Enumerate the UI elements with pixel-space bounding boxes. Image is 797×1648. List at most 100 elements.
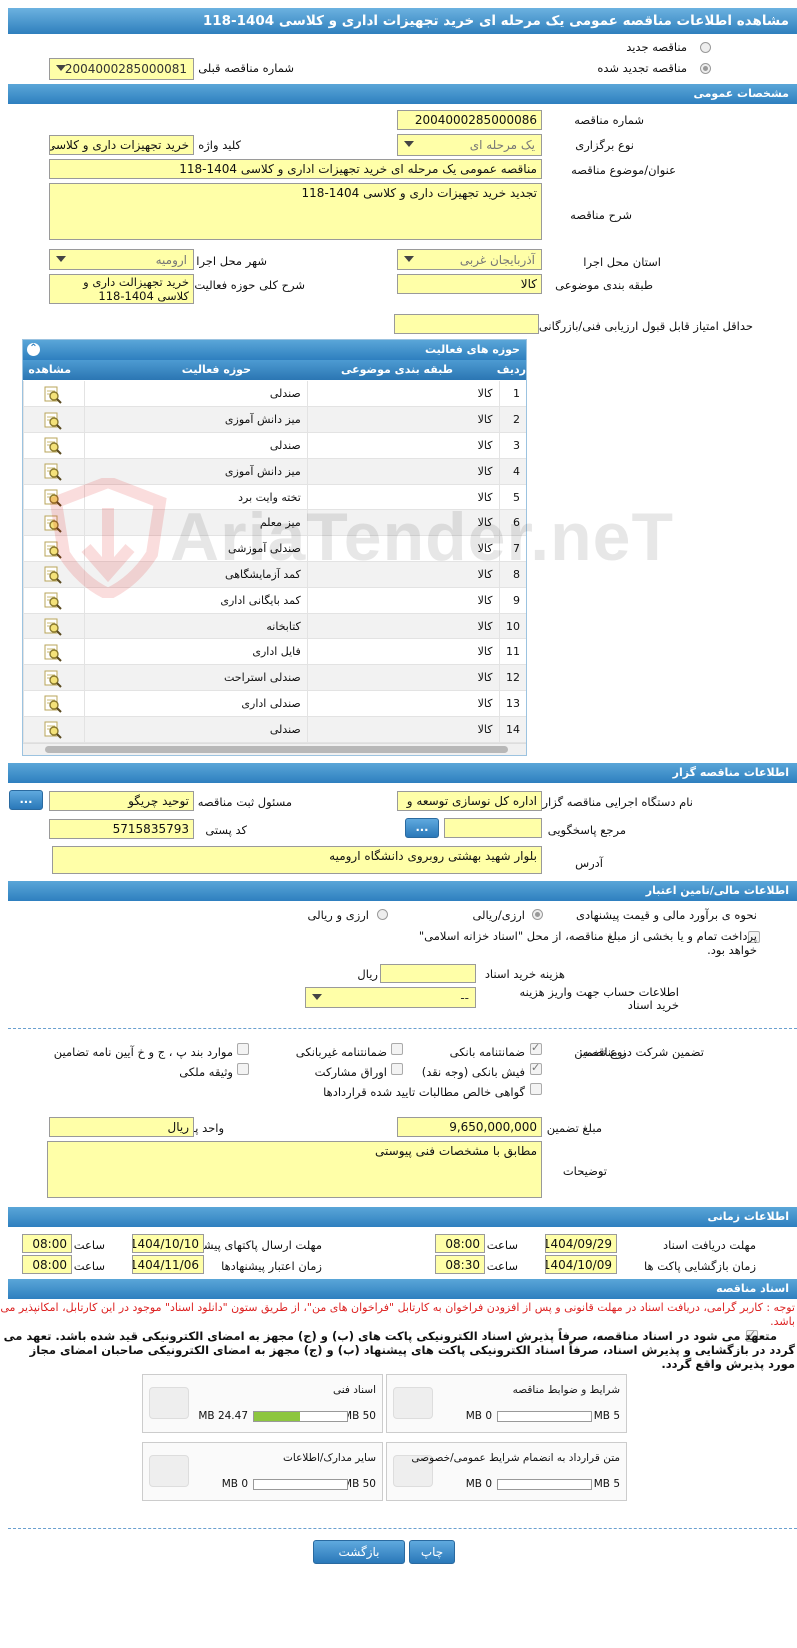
open-date-field[interactable]: 1404/10/09 [545, 1255, 617, 1274]
clause-checkbox[interactable] [237, 1043, 249, 1055]
estimate-opt1-radio[interactable] [532, 909, 543, 920]
receive-time-field[interactable]: 08:00 [435, 1234, 485, 1253]
city-label: شهر محل اجرا [196, 254, 267, 268]
renewed-tender-radio[interactable] [700, 63, 711, 74]
renewed-tender-label: مناقصه تجدید شده [597, 61, 687, 75]
keyword-field[interactable]: خرید تجهیزات داری و کلاسی [49, 135, 194, 155]
cell-view[interactable] [23, 638, 85, 666]
bonds-checkbox[interactable] [391, 1063, 403, 1075]
new-tender-radio[interactable] [700, 42, 711, 53]
view-magnifier-icon[interactable] [44, 411, 63, 430]
cell-view[interactable] [23, 690, 85, 717]
view-magnifier-icon[interactable] [44, 617, 63, 636]
min-score-field[interactable] [394, 314, 539, 334]
view-magnifier-icon[interactable] [44, 385, 63, 404]
cell-view[interactable] [23, 381, 85, 408]
folder-icon [393, 1387, 433, 1419]
cell-row: 11 [498, 638, 526, 666]
bank-guarantee-checkbox[interactable] [530, 1041, 542, 1055]
guarantee-type-label: نوع تضمین [574, 1045, 626, 1059]
subject-field[interactable]: مناقصه عمومی یک مرحله ای خرید تجهیزات اد… [49, 159, 542, 179]
account-select[interactable]: -- [305, 987, 476, 1008]
activity-desc-field[interactable]: خرید تجهیزالت داری و کلاسی 1404-118 [49, 274, 194, 304]
ref-label: مرجع پاسخگویی [547, 823, 626, 837]
province-label: استان محل اجرا [583, 255, 661, 269]
cell-row: 4 [498, 458, 526, 485]
address-field[interactable]: بلوار شهید بهشتی روبروی دانشگاه ارومیه [52, 846, 542, 874]
upload-progress-bar [497, 1411, 592, 1422]
treasury-text: پرداخت تمام و یا بخشی از مبلغ مناقصه، از… [418, 929, 757, 957]
upload-progress-bar [497, 1479, 592, 1490]
notes-field[interactable]: مطابق با مشخصات فنی پیوستی [47, 1141, 542, 1198]
currency-field[interactable]: ریال [49, 1117, 194, 1137]
cell-category: کالا [306, 381, 500, 408]
horizontal-scrollbar[interactable] [23, 743, 526, 755]
view-magnifier-icon[interactable] [44, 436, 63, 456]
chevron-down-icon [404, 141, 414, 147]
view-magnifier-icon[interactable] [44, 720, 63, 739]
upload-progress-bar [253, 1479, 348, 1490]
cell-view[interactable] [23, 406, 85, 434]
prev-number-select[interactable]: 2004000285000081 [49, 58, 194, 80]
registrar-more-button[interactable]: ... [9, 790, 43, 810]
back-button[interactable]: بازگشت [313, 1540, 405, 1564]
general-header: مشخصات عمومی [8, 84, 797, 104]
collapse-icon[interactable]: ⌃ [27, 343, 40, 356]
org-field[interactable]: اداره کل نوسازی توسعه و [397, 791, 542, 811]
registrar-field[interactable]: توحید چریگو [49, 791, 194, 811]
folder-icon [149, 1455, 189, 1487]
cash-checkbox[interactable] [530, 1061, 542, 1075]
postal-field[interactable]: 5715835793 [49, 819, 194, 839]
document-slot[interactable]: سایر مدارک/اطلاعات 50 MB 0 MB [142, 1442, 383, 1501]
document-used-size: 0 MB [465, 1478, 492, 1490]
validity-time-field[interactable]: 08:00 [22, 1255, 72, 1274]
cell-view[interactable] [23, 432, 85, 459]
method-select[interactable]: یک مرحله ای [397, 134, 542, 156]
cell-category: کالا [306, 664, 500, 692]
document-slot[interactable]: شرایط و ضوابط مناقصه 5 MB 0 MB [386, 1374, 627, 1433]
cell-view[interactable] [23, 664, 85, 692]
chevron-down-icon [56, 256, 66, 262]
ref-field[interactable] [444, 818, 542, 838]
category-field[interactable]: کالا [397, 274, 542, 294]
receive-date-field[interactable]: 1404/09/29 [545, 1234, 617, 1253]
postal-label: کد پستی [205, 823, 247, 837]
watermark-logo [48, 475, 168, 601]
view-magnifier-icon[interactable] [44, 643, 63, 662]
timing-header: اطلاعات زمانی [8, 1207, 797, 1227]
ref-more-button[interactable]: ... [405, 818, 439, 838]
property-checkbox[interactable] [237, 1063, 249, 1075]
tender-number-field[interactable]: 2004000285000086 [397, 110, 542, 130]
document-slot[interactable]: متن قرارداد به انضمام شرایط عمومی/خصوصی 5… [386, 1442, 627, 1501]
document-slot[interactable]: اسناد فنی 50 MB 24.47 MB [142, 1374, 383, 1433]
number-label: شماره مناقصه [574, 113, 644, 127]
estimate-opt2-radio[interactable] [377, 909, 388, 920]
amount-field[interactable]: 9,650,000,000 [397, 1117, 542, 1137]
doc-cost-label: هزینه خرید اسناد [484, 967, 565, 981]
doc-cost-field[interactable] [380, 964, 476, 983]
claims-checkbox[interactable] [530, 1083, 542, 1095]
cell-row: 9 [498, 587, 526, 614]
cell-field: کتابخانه [83, 613, 308, 640]
scrollbar-thumb[interactable] [45, 746, 508, 753]
validity-date-field[interactable]: 1404/11/06 [132, 1255, 204, 1274]
estimate-opt1-label: ارزی/ریالی [472, 908, 525, 922]
city-select[interactable]: ارومیه [49, 249, 194, 270]
send-time-field[interactable]: 08:00 [22, 1234, 72, 1253]
nonbank-guarantee-checkbox[interactable] [391, 1043, 403, 1055]
open-time-field[interactable]: 08:30 [435, 1255, 485, 1274]
send-date-field[interactable]: 1404/10/10 [132, 1234, 204, 1253]
cell-view[interactable] [23, 613, 85, 640]
cell-view[interactable] [23, 716, 85, 743]
view-magnifier-icon[interactable] [44, 694, 63, 714]
description-field[interactable]: تجدید خرید تجهیزات داری و کلاسی 1404-118 [49, 183, 542, 240]
cell-field: فایل اداری [83, 638, 308, 666]
cell-category: کالا [306, 613, 500, 640]
print-button[interactable]: چاپ [409, 1540, 455, 1564]
cell-row: 12 [498, 664, 526, 692]
cell-field: میز دانش آموزی [83, 406, 308, 434]
province-select[interactable]: آذربایجان غربی [397, 249, 542, 270]
registrar-label: مسئول ثبت مناقصه [197, 795, 292, 809]
view-magnifier-icon[interactable] [44, 669, 63, 688]
table-row: 13 کالا صندلی اداری [23, 690, 526, 717]
